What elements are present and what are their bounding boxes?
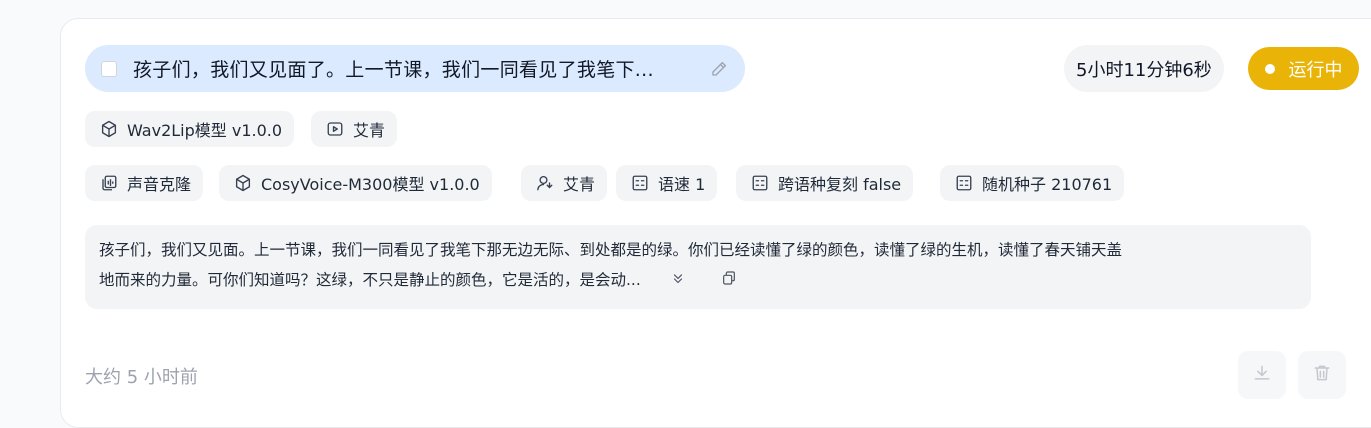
tag-voice-speaker: 艾青 xyxy=(521,165,608,201)
script-text-line: 孩子们，我们又见面。上一节课，我们一同看见了我笔下那无边无际、到处都是的绿。你们… xyxy=(99,241,1123,259)
tag-voice-clone: 声音克隆 xyxy=(85,165,204,201)
trash-icon xyxy=(1312,363,1332,387)
video-icon xyxy=(325,119,345,139)
tag-param-cross-lingual: 跨语种复刻 false xyxy=(736,165,914,201)
param-icon xyxy=(750,173,770,193)
task-card: 孩子们，我们又见面了。上一节课，我们一同看见了我笔下... 5小时11分钟6秒 … xyxy=(60,18,1371,428)
tag-label: 艾青 xyxy=(563,175,596,194)
tag-label: 艾青 xyxy=(353,121,386,140)
tag-avatar-video: 艾青 xyxy=(311,111,398,147)
delete-button[interactable] xyxy=(1298,351,1346,399)
voice-clone-icon xyxy=(99,173,119,193)
status-dot-icon xyxy=(1264,63,1275,74)
user-voice-icon xyxy=(535,173,555,193)
cube-icon xyxy=(99,119,119,139)
tag-label: CosyVoice-M300模型 v1.0.0 xyxy=(261,175,480,194)
elapsed-duration: 5小时11分钟6秒 xyxy=(1064,45,1224,92)
status-badge: 运行中 xyxy=(1248,47,1359,90)
copy-icon[interactable] xyxy=(721,266,737,296)
tag-param-speed: 语速 1 xyxy=(616,165,718,201)
tag-label: 跨语种复刻 false xyxy=(778,175,902,194)
tag-model-wav2lip: Wav2Lip模型 v1.0.0 xyxy=(85,111,295,147)
tag-label: 语速 1 xyxy=(658,175,706,194)
status-label: 运行中 xyxy=(1288,59,1343,81)
download-button[interactable] xyxy=(1238,351,1286,399)
task-title-bar: 孩子们，我们又见面了。上一节课，我们一同看见了我笔下... xyxy=(85,45,745,92)
tag-label: 声音克隆 xyxy=(127,175,192,194)
download-icon xyxy=(1252,363,1272,387)
edit-pencil-icon[interactable] xyxy=(709,59,729,79)
task-title: 孩子们，我们又见面了。上一节课，我们一同看见了我笔下... xyxy=(133,59,654,81)
param-icon xyxy=(954,173,974,193)
expand-chevron-icon[interactable] xyxy=(671,266,685,296)
param-icon xyxy=(630,173,650,193)
tag-param-seed: 随机种子 210761 xyxy=(940,165,1125,201)
created-time-ago: 大约 5 小时前 xyxy=(85,367,198,388)
tag-model-cosyvoice: CosyVoice-M300模型 v1.0.0 xyxy=(219,165,492,201)
select-checkbox[interactable] xyxy=(101,60,117,77)
tag-label: Wav2Lip模型 v1.0.0 xyxy=(127,121,283,140)
cube-icon xyxy=(233,173,253,193)
tag-label: 随机种子 210761 xyxy=(982,175,1113,194)
script-text-line-2: 地而来的力量。可你们知道吗？这绿，不只是静止的颜色，它是活的，是会动... xyxy=(99,265,1297,296)
script-text-line: 地而来的力量。可你们知道吗？这绿，不只是静止的颜色，它是活的，是会动... xyxy=(99,271,641,289)
script-text-panel: 孩子们，我们又见面。上一节课，我们一同看见了我笔下那无边无际、到处都是的绿。你们… xyxy=(85,225,1311,309)
